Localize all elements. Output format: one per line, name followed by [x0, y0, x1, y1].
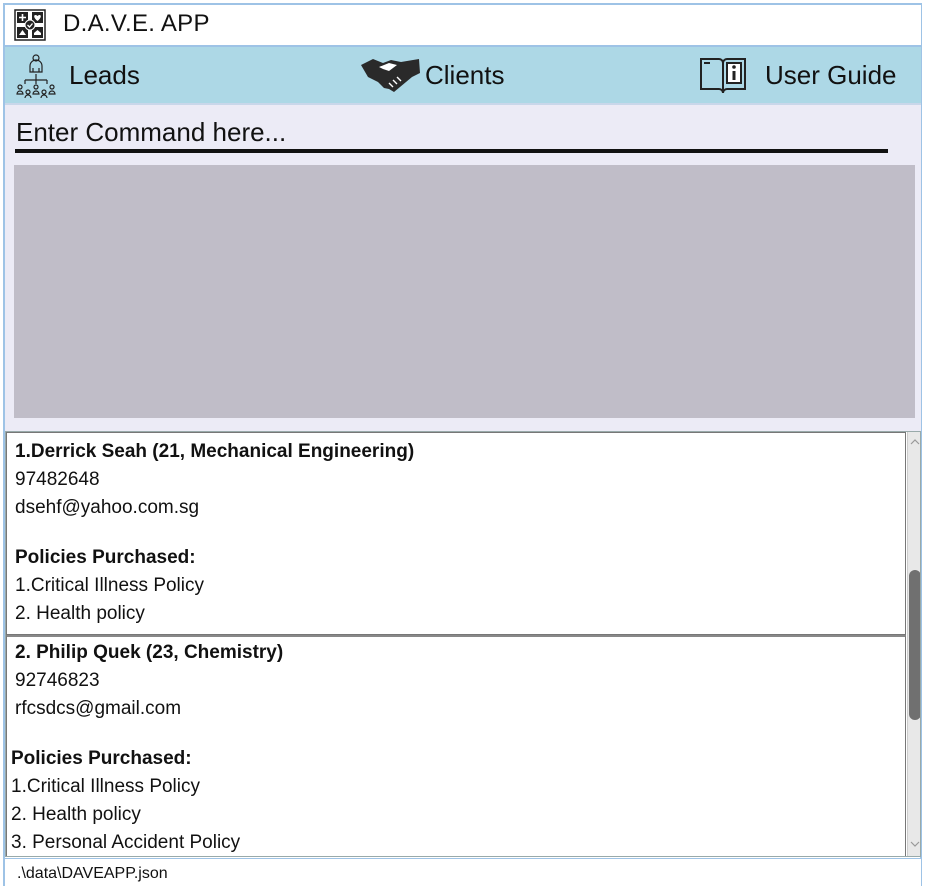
status-bar: .\data\DAVEAPP.json: [5, 858, 921, 887]
nav-user-guide-button[interactable]: User Guide: [699, 51, 897, 99]
book-info-icon: [700, 58, 746, 94]
policies-title: Policies Purchased:: [11, 748, 192, 769]
policy-item: 1.Critical Illness Policy: [15, 575, 204, 596]
nav-leads-label: Leads: [69, 59, 140, 90]
policy-item: 1.Critical Illness Policy: [11, 776, 200, 797]
command-input[interactable]: [15, 115, 888, 153]
nav-leads-button[interactable]: Leads: [13, 51, 140, 99]
scroll-down-icon[interactable]: [909, 838, 921, 850]
client-list[interactable]: 1.Derrick Seah (21, Mechanical Engineeri…: [5, 431, 921, 857]
client-name: 2. Philip Quek (23, Chemistry): [15, 642, 284, 663]
policy-item: 2. Health policy: [15, 603, 145, 624]
client-card[interactable]: 1.Derrick Seah (21, Mechanical Engineeri…: [6, 432, 906, 635]
policy-item: 3. Personal Accident Policy: [11, 832, 241, 853]
client-phone: 97482648: [15, 469, 100, 490]
data-file-path: .\data\DAVEAPP.json: [17, 865, 168, 882]
nav-user-guide-label: User Guide: [765, 59, 897, 90]
title-bar: D.A.V.E. APP: [5, 5, 921, 45]
handshake-icon: [361, 59, 420, 92]
nav-bar: Leads Clients User Guide: [5, 47, 921, 103]
client-phone: 92746823: [15, 670, 100, 691]
client-card[interactable]: 2. Philip Quek (23, Chemistry) 92746823 …: [6, 635, 906, 856]
client-email: rfcsdcs@gmail.com: [15, 698, 182, 719]
nav-clients-button[interactable]: Clients: [359, 51, 504, 99]
hierarchy-people-icon: [16, 54, 56, 98]
scroll-up-icon[interactable]: [909, 436, 921, 448]
policies-title: Policies Purchased:: [15, 547, 196, 568]
app-logo-icon: [14, 9, 46, 41]
client-list-scrollbar[interactable]: [907, 432, 921, 856]
nav-clients-label: Clients: [425, 59, 505, 90]
client-name: 1.Derrick Seah (21, Mechanical Engineeri…: [15, 441, 415, 462]
command-panel: [5, 103, 921, 432]
client-email: dsehf@yahoo.com.sg: [15, 497, 200, 518]
app-title: D.A.V.E. APP: [63, 10, 210, 37]
policy-item: 2. Health policy: [11, 804, 141, 825]
scrollbar-thumb[interactable]: [909, 570, 920, 720]
result-display: [14, 165, 915, 418]
